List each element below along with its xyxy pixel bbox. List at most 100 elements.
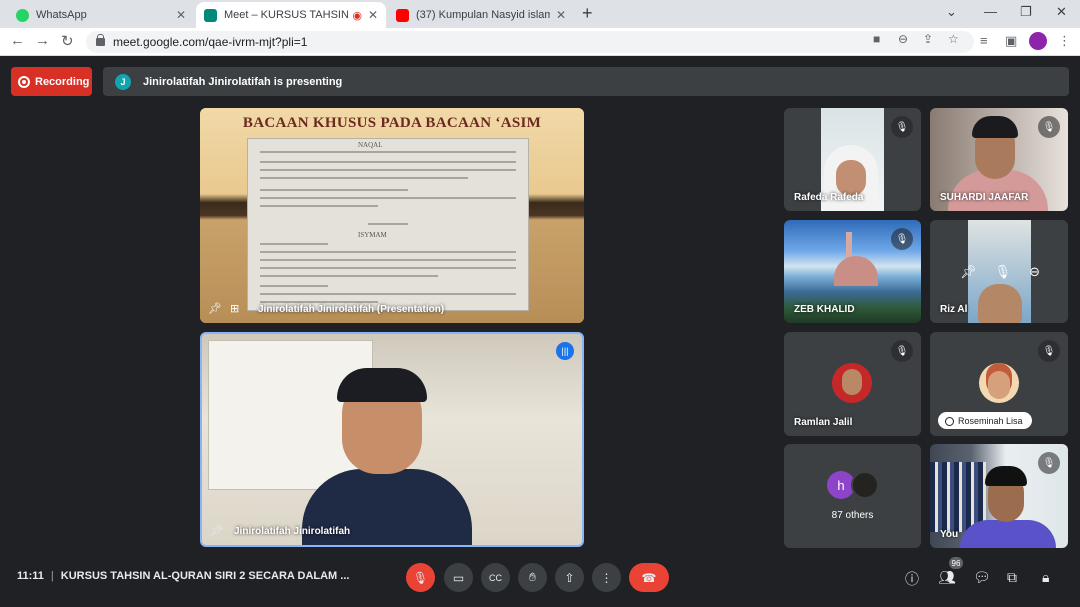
avatar (979, 363, 1019, 403)
others-count: 87 others (831, 510, 874, 521)
close-tab-icon[interactable]: ✕ (176, 8, 186, 22)
speaker-tile[interactable]: ||| 📌︎ Jinirolatifah Jinirolatifah (200, 332, 584, 547)
bookmark-star-icon[interactable]: ☆ (948, 32, 959, 46)
avatar (851, 471, 879, 499)
presentation-tile[interactable]: BACAAN KHUSUS PADA BACAAN ‘ASIM NAQAL IS… (200, 108, 584, 323)
remove-icon[interactable]: ⊖ (1029, 264, 1040, 280)
participant-tile-zeb[interactable]: 🎙︎ ZEB KHALID (784, 220, 921, 323)
tab-title: WhatsApp (36, 9, 87, 21)
mic-off-icon: 🎙︎ (1038, 340, 1060, 362)
others-tile[interactable]: h 87 others (784, 444, 921, 548)
youtube-icon (396, 8, 409, 22)
activities-icon[interactable]: ⧉ (1007, 569, 1017, 586)
participant-cap (985, 466, 1027, 486)
reload-icon[interactable]: ↻ (61, 32, 74, 50)
maximize-icon[interactable]: ❐ (1020, 4, 1032, 20)
pin-icon[interactable]: 📌︎ (210, 524, 224, 537)
meeting-time: 11:11 (17, 570, 44, 582)
mic-off-icon: 🎙︎ (1038, 116, 1060, 138)
tab-meet[interactable]: Meet – KURSUS TAHSIN AL-Q ◉ ✕ (196, 2, 386, 28)
expand-icon[interactable]: ⊞ (230, 302, 239, 315)
slide-title: BACAAN KHUSUS PADA BACAAN ‘ASIM (242, 115, 542, 131)
avatar (832, 363, 872, 403)
present-screen-icon: ⇧ (564, 570, 575, 585)
participant-tile-roseminah[interactable]: 🎙︎ Roseminah Lisa (930, 332, 1068, 436)
participant-tile-suhardi[interactable]: 🎙︎ SUHARDI JAAFAR (930, 108, 1068, 211)
self-view-tile[interactable]: 🎙︎ You (930, 444, 1068, 548)
participant-tile-rafeda[interactable]: 🎙︎ Rafeda Rafeda (784, 108, 921, 211)
captions-button[interactable]: CC (481, 563, 510, 592)
presenter-avatar: J (115, 73, 131, 90)
phone-hangup-icon: ☎︎ (641, 570, 657, 585)
participant-name: SUHARDI JAAFAR (940, 192, 1029, 203)
leave-call-button[interactable]: ☎︎ (629, 563, 669, 592)
host-controls-icon[interactable]: 🔒︎ (1042, 569, 1049, 586)
mic-off-icon: 🎙︎ (891, 228, 913, 250)
participant-face (836, 160, 866, 196)
chat-icon[interactable]: 💬︎ (973, 569, 991, 586)
pin-icon[interactable]: 📌︎ (960, 264, 977, 280)
section-heading: NAQAL (358, 141, 383, 149)
zoom-icon[interactable]: ⊖ (898, 32, 908, 46)
present-button[interactable]: ⇧ (555, 563, 584, 592)
meeting-title: KURSUS TAHSIN AL-QURAN SIRI 2 SECARA DAL… (60, 570, 350, 582)
mic-toggle-button[interactable]: 🎙︎ (406, 563, 435, 592)
lock-icon (96, 34, 105, 46)
close-window-icon[interactable]: ✕ (1056, 4, 1067, 20)
raise-hand-button[interactable]: ✋︎ (518, 563, 547, 592)
mosque-dome-shape (834, 256, 878, 286)
profile-avatar[interactable] (1029, 32, 1047, 50)
minimize-icon[interactable]: — (984, 4, 997, 19)
side-panel-icon[interactable]: ▣ (1005, 33, 1017, 49)
mic-icon[interactable]: 🎙︎ (995, 264, 1012, 280)
mic-off-icon: 🎙︎ (891, 116, 913, 138)
close-tab-icon[interactable]: ✕ (368, 8, 378, 22)
meet-icon (204, 8, 217, 22)
pin-icon[interactable]: 📌︎ (208, 302, 222, 315)
text-line (260, 275, 438, 277)
text-line (260, 259, 516, 261)
tab-search-icon[interactable]: ⌄ (946, 4, 957, 20)
speaker-video (297, 368, 477, 545)
people-icon[interactable]: 👥︎ (938, 569, 956, 586)
text-line (260, 301, 378, 303)
speaker-name: Jinirolatifah Jinirolatifah (234, 526, 351, 537)
arabic-text (368, 223, 408, 225)
separator: | (50, 570, 54, 582)
recording-label: Recording (35, 75, 90, 88)
recording-indicator[interactable]: Recording (11, 67, 92, 96)
tab-youtube[interactable]: (37) Kumpulan Nasyid islami terr ✕ (388, 2, 574, 28)
camera-toggle-button[interactable]: ▭ (444, 563, 473, 592)
tab-title: Meet – KURSUS TAHSIN AL-Q (224, 9, 349, 21)
forward-icon[interactable]: → (35, 32, 50, 49)
close-tab-icon[interactable]: ✕ (556, 8, 566, 22)
more-options-button[interactable]: ⋮ (592, 563, 621, 592)
url-text: meet.google.com/qae-ivrm-mjt?pli=1 (113, 35, 308, 49)
participant-face (978, 284, 1022, 323)
presenting-banner: J Jinirolatifah Jinirolatifah is present… (103, 67, 1069, 96)
share-icon[interactable]: ⇪ (923, 32, 933, 46)
text-line (260, 189, 408, 191)
tile-hover-controls: 📌︎ 🎙︎ ⊖ (960, 264, 1040, 280)
new-tab-button[interactable]: + (582, 3, 593, 24)
participant-tile-riz[interactable]: 📌︎ 🎙︎ ⊖ Riz Al (930, 220, 1068, 323)
presentation-label: Jinirolatifah Jinirolatifah (Presentatio… (258, 304, 445, 315)
meeting-details-icon[interactable]: ⓘ (905, 569, 919, 589)
media-control-icon[interactable]: ≡ (980, 33, 988, 48)
back-icon[interactable]: ← (10, 32, 25, 49)
document-page: NAQAL ISYMAM (247, 138, 529, 311)
tab-whatsapp[interactable]: WhatsApp ✕ (8, 2, 194, 28)
camera-icon[interactable]: ■ (873, 32, 880, 46)
text-line (260, 151, 516, 153)
tab-title: (37) Kumpulan Nasyid islami terr (416, 9, 550, 21)
address-bar[interactable]: meet.google.com/qae-ivrm-mjt?pli=1 (86, 31, 974, 53)
speaker-cap (337, 368, 427, 402)
text-line (260, 251, 516, 253)
menu-kebab-icon[interactable]: ⋮ (1058, 33, 1071, 49)
more-vert-icon: ⋮ (600, 570, 613, 585)
presenting-text: Jinirolatifah Jinirolatifah is presentin… (143, 75, 343, 88)
participant-name-pill: Roseminah Lisa (938, 412, 1032, 429)
participant-name: Ramlan Jalil (794, 417, 853, 428)
text-line (260, 161, 516, 163)
participant-tile-ramlan[interactable]: 🎙︎ Ramlan Jalil (784, 332, 921, 436)
